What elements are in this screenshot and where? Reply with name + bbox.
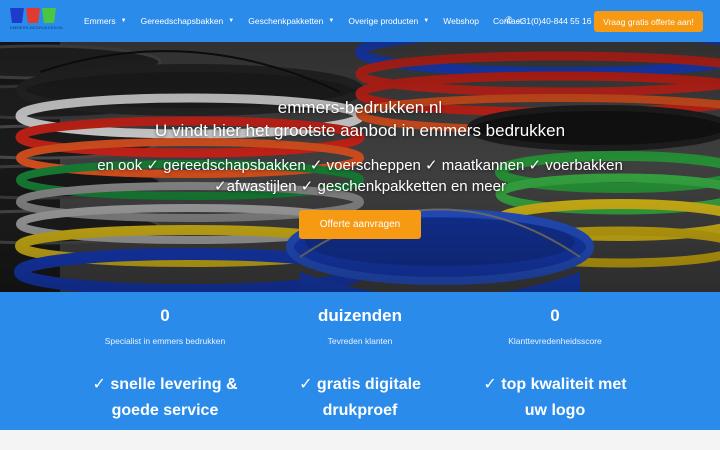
hero-section: emmers-bedrukken.nl U vindt hier het gro… xyxy=(0,42,720,292)
nav-item-webshop[interactable]: Webshop xyxy=(443,16,479,26)
quote-request-button[interactable]: Offerte aanvragen xyxy=(299,210,421,239)
page-bottom-strip xyxy=(0,430,720,450)
nav-item-label: Overige producten xyxy=(348,16,419,26)
feature-top-quality: ✓ top kwaliteit met uw logo xyxy=(435,372,675,424)
chevron-down-icon: ▼ xyxy=(328,18,335,24)
logo-bucket-red xyxy=(26,8,40,23)
stat-value: 0 xyxy=(550,306,560,325)
feature-line: ✓ top kwaliteit met xyxy=(483,376,627,393)
hero-products-line-1: en ook ✓ gereedschapsbakken ✓ voerschepp… xyxy=(97,157,623,174)
nav-item-geschenkpakketten[interactable]: Geschenkpakketten ▼ xyxy=(248,16,334,26)
chevron-down-icon: ▼ xyxy=(120,18,127,24)
nav-item-emmers[interactable]: Emmers ▼ xyxy=(84,16,127,26)
nav-item-label: Emmers xyxy=(84,16,116,26)
chevron-down-icon: ▼ xyxy=(228,18,235,24)
nav-item-overige-producten[interactable]: Overige producten ▼ xyxy=(348,16,429,26)
logo-bucket-green xyxy=(42,8,56,23)
logo-text: EMMERS-BEDRUKKEN.NL xyxy=(10,25,64,30)
nav-item-label: Geschenkpakketten xyxy=(248,16,324,26)
logo-bucket-blue xyxy=(10,8,24,23)
phone-link[interactable]: ✆ +31(0)40-844 55 16 xyxy=(505,15,591,26)
nav-item-label: Webshop xyxy=(443,16,479,26)
stats-section: 0 Specialist in emmers bedrukken duizend… xyxy=(0,292,720,430)
request-quote-button[interactable]: Vraag gratis offerte aan! xyxy=(594,11,703,32)
top-navbar: EMMERS-BEDRUKKEN.NL Emmers ▼ Gereedschap… xyxy=(0,0,720,42)
hero-subtitle: U vindt hier het grootste aanbod in emme… xyxy=(154,121,566,140)
hero-content: emmers-bedrukken.nl U vindt hier het gro… xyxy=(0,42,720,292)
nav-item-label: Gereedschapsbakken xyxy=(140,16,224,26)
logo-buckets xyxy=(10,8,62,23)
hero-title: emmers-bedrukken.nl xyxy=(277,98,443,117)
nav-item-gereedschapsbakken[interactable]: Gereedschapsbakken ▼ xyxy=(141,16,235,26)
main-nav: Emmers ▼ Gereedschapsbakken ▼ Geschenkpa… xyxy=(84,0,536,42)
hero-products-line-2: ✓afwastijlen ✓ geschenkpakketten en meer xyxy=(214,178,506,195)
feature-line: uw logo xyxy=(524,402,586,419)
chevron-down-icon: ▼ xyxy=(423,18,430,24)
phone-number: +31(0)40-844 55 16 xyxy=(516,15,592,26)
stat-label: Klanttevredenheidsscore xyxy=(508,336,602,346)
site-logo[interactable]: EMMERS-BEDRUKKEN.NL xyxy=(10,8,64,34)
phone-icon: ✆ xyxy=(505,15,513,25)
